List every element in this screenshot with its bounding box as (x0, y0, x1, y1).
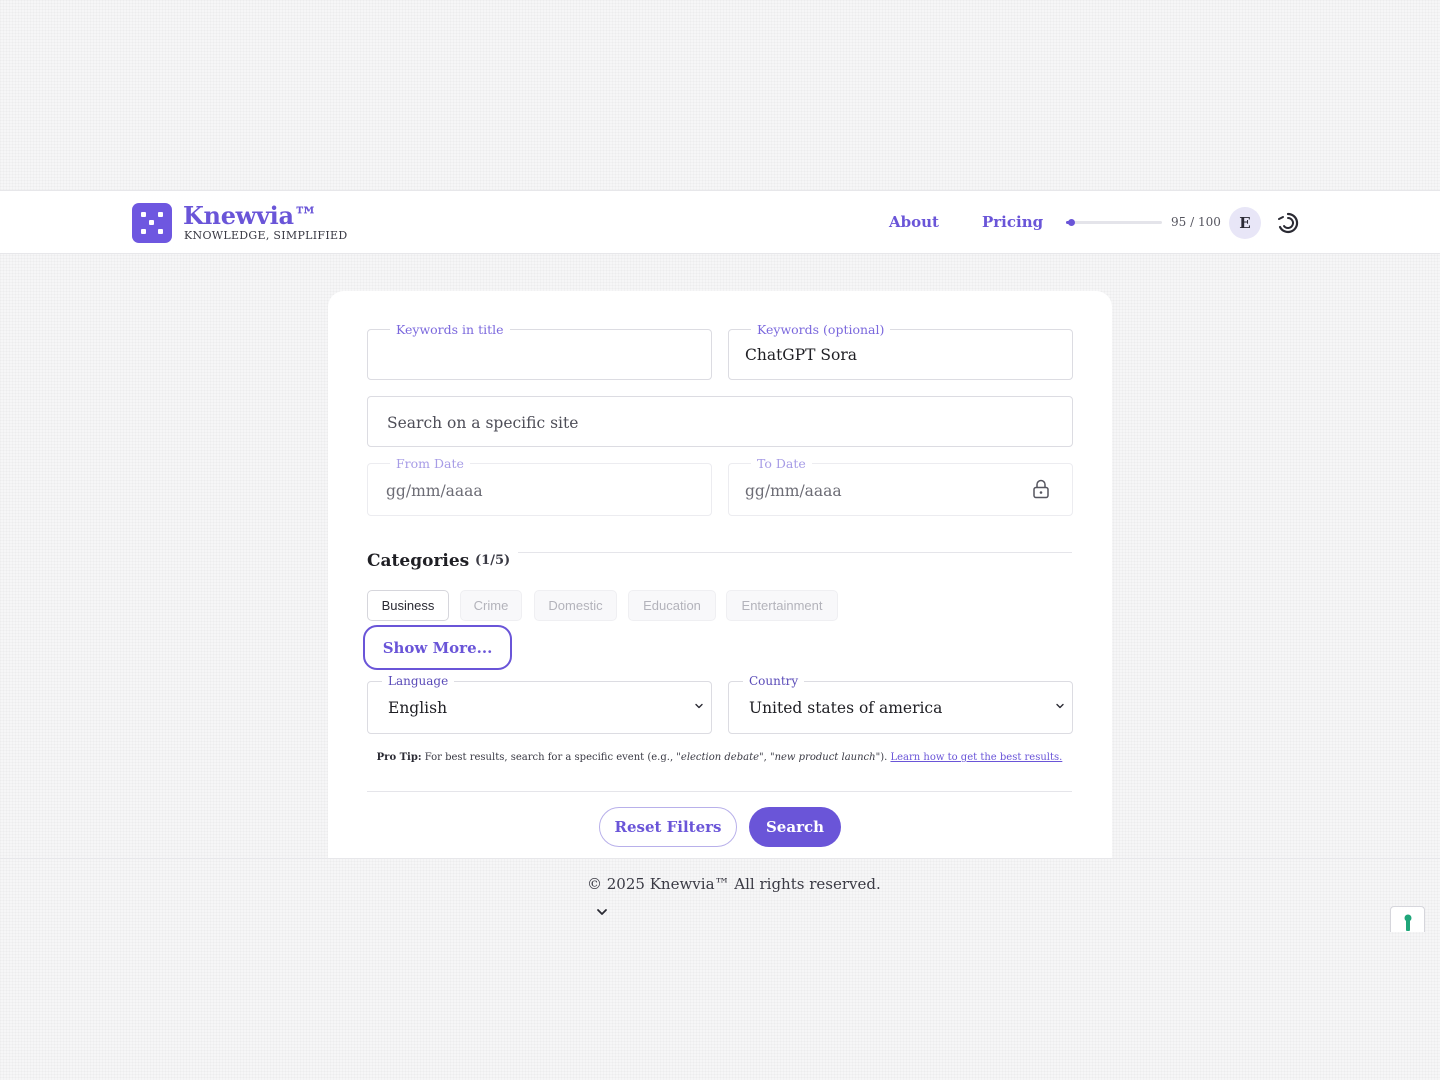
theme-toggle-icon[interactable] (1276, 211, 1300, 235)
user-avatar[interactable]: E (1229, 207, 1261, 239)
to-date-label: To Date (751, 456, 812, 471)
category-chip-business[interactable]: Business (367, 590, 449, 621)
reset-filters-button[interactable]: Reset Filters (599, 807, 737, 847)
brand-tagline: KNOWLEDGE, SIMPLIFIED (184, 229, 348, 242)
categories-heading: Categories (367, 551, 470, 571)
to-date-field[interactable]: To Date gg/mm/aaaa (728, 456, 1073, 516)
category-chip-domestic[interactable]: Domestic (534, 590, 617, 621)
chevron-down-icon[interactable] (595, 905, 609, 919)
page-footer: © 2025 Knewvia™ All rights reserved. (0, 858, 1440, 930)
brand-logo-icon[interactable] (132, 203, 172, 243)
best-results-link[interactable]: Learn how to get the best results. (890, 752, 1062, 763)
pro-tip-prefix: Pro Tip: (376, 752, 422, 763)
password-manager-key-button[interactable] (1390, 906, 1425, 932)
usage-counter: 95 / 100 (1171, 215, 1221, 229)
pro-tip-example-1: "election debate" (676, 752, 764, 763)
category-chip-education[interactable]: Education (628, 590, 716, 621)
chevron-down-icon (1056, 703, 1064, 709)
country-label: Country (743, 674, 805, 689)
from-date-label: From Date (390, 456, 470, 471)
language-value: English (388, 699, 448, 717)
show-more-categories-button[interactable]: Show More... (363, 625, 512, 670)
to-date-placeholder: gg/mm/aaaa (745, 482, 842, 500)
category-chip-crime[interactable]: Crime (460, 590, 522, 621)
search-button[interactable]: Search (749, 807, 841, 847)
usage-progress-bar (1066, 219, 1162, 226)
pro-tip-example-2: "new product launch" (769, 752, 881, 763)
from-date-field[interactable]: From Date gg/mm/aaaa (367, 456, 712, 516)
from-date-placeholder: gg/mm/aaaa (386, 482, 483, 500)
copyright-text: © 2025 Knewvia™ All rights reserved. (587, 875, 881, 893)
usage-progress-marker (1067, 219, 1075, 226)
keywords-in-title-field[interactable]: Keywords in title (367, 322, 712, 380)
pro-tip-close: ). (880, 752, 891, 763)
nav-about-link[interactable]: About (889, 213, 939, 231)
brand-name[interactable]: Knewvia™ (183, 201, 318, 230)
categories-count: (1/5) (475, 553, 511, 568)
lock-icon (1033, 479, 1049, 499)
top-nav-bar: Knewvia™ KNOWLEDGE, SIMPLIFIED About Pri… (0, 190, 1440, 254)
pro-tip-text: Pro Tip: For best results, search for a … (367, 752, 1072, 763)
form-divider (367, 791, 1072, 792)
nav-pricing-link[interactable]: Pricing (982, 213, 1043, 231)
categories-divider (518, 552, 1072, 553)
country-select[interactable]: Country United states of america (728, 674, 1073, 734)
chevron-down-icon (695, 703, 703, 709)
category-chip-entertainment[interactable]: Entertainment (726, 590, 838, 621)
keywords-optional-label: Keywords (optional) (751, 322, 891, 337)
pro-tip-body: For best results, search for a specific … (421, 752, 677, 763)
language-label: Language (382, 674, 455, 689)
site-search-placeholder: Search on a specific site (387, 414, 579, 432)
keywords-in-title-label: Keywords in title (390, 322, 510, 337)
site-search-input[interactable]: Search on a specific site (367, 396, 1073, 447)
language-select[interactable]: Language English (367, 674, 712, 734)
keywords-optional-field[interactable]: Keywords (optional) ChatGPT Sora (728, 322, 1073, 380)
keywords-optional-value: ChatGPT Sora (745, 346, 857, 364)
country-value: United states of america (749, 699, 943, 717)
key-icon (1404, 914, 1412, 931)
